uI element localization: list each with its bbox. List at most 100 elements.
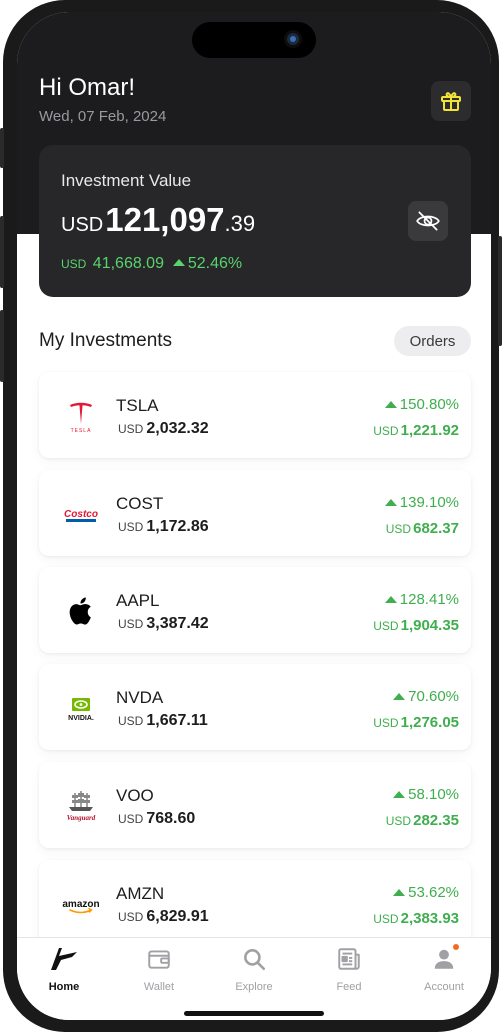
price-value: 6,829.91 [146, 908, 209, 925]
investment-gain: USD 41,668.09 52.46% [61, 255, 242, 273]
gain: USD 682.37 [386, 520, 459, 537]
ticker: NVDA [116, 688, 164, 707]
price-value: 768.60 [146, 810, 196, 827]
phone-side-button [0, 310, 4, 382]
percent-value: 58.10% [408, 786, 459, 803]
investment-item-aapl[interactable]: AAPL USD 3,387.42 128.41% USD 1,904.35 [39, 567, 471, 653]
percent-value: 53.62% [408, 884, 459, 901]
orders-button[interactable]: Orders [394, 326, 471, 356]
newspaper-icon [338, 948, 360, 970]
price-currency: USD [118, 714, 144, 728]
tab-wallet[interactable]: Wallet [129, 946, 189, 993]
up-arrow-icon [384, 498, 397, 506]
gain-currency: USD [373, 716, 399, 730]
investment-gain-percent: 52.46% [187, 255, 243, 272]
amazon-wordmark: amazon [62, 899, 99, 910]
price: USD 768.60 [118, 810, 195, 828]
notification-dot [453, 944, 459, 950]
phone-side-button [498, 236, 502, 346]
gain: USD 1,276.05 [373, 714, 459, 731]
gain-currency: USD [385, 522, 412, 536]
investment-value-decimal: .39 [224, 211, 256, 236]
ticker: AAPL [116, 591, 160, 610]
price: USD 1,172.86 [118, 518, 209, 536]
percent-value: 139.10% [399, 494, 459, 511]
up-arrow-icon [393, 888, 406, 896]
gift-button[interactable] [431, 81, 471, 121]
price: USD 6,829.91 [118, 908, 209, 926]
investment-gain-amount: 41,668.09 [92, 255, 164, 272]
price-currency: USD [118, 520, 144, 534]
phone-side-button [0, 128, 4, 168]
gain: USD 1,904.35 [373, 617, 459, 634]
eye-off-icon [416, 211, 440, 231]
gain: USD 282.35 [386, 812, 459, 829]
gain-value: 1,904.35 [400, 617, 459, 634]
gain: USD 2,383.93 [373, 910, 459, 927]
ticker: COST [116, 494, 164, 513]
tesla-logo: TESLA [59, 394, 103, 438]
investment-item-tsla[interactable]: TESLA TSLA USD 2,032.32 150.80% USD 1,221.… [39, 372, 471, 458]
nvidia-wordmark: NVIDIA. [68, 715, 94, 722]
tab-account[interactable]: Account [414, 946, 474, 993]
price-currency: USD [118, 910, 144, 924]
bottom-nav: Home Wallet Explore Feed Account [17, 937, 491, 1020]
ticker: VOO [116, 786, 154, 805]
hide-balance-button[interactable] [408, 201, 448, 241]
investment-gain-currency: USD [61, 257, 87, 271]
tab-label: Home [48, 981, 80, 993]
investment-currency: USD [61, 214, 104, 236]
tab-feed[interactable]: Feed [319, 946, 379, 993]
price-currency: USD [118, 812, 144, 826]
ticker: AMZN [116, 884, 165, 903]
price-currency: USD [118, 617, 144, 631]
gain-value: 282.35 [413, 812, 459, 829]
ticker: TSLA [116, 396, 159, 415]
percent-value: 128.41% [399, 591, 459, 608]
gain-currency: USD [373, 912, 399, 926]
investment-item-voo[interactable]: Vanguard VOO USD 768.60 58.10% USD 282.35 [39, 762, 471, 848]
user-icon [434, 949, 454, 969]
gain-value: 1,276.05 [400, 714, 459, 731]
tesla-wordmark: TESLA [71, 428, 92, 434]
price: USD 2,032.32 [118, 420, 209, 438]
gain-value: 2,383.93 [400, 910, 459, 927]
investment-item-amzn[interactable]: amazon AMZN USD 6,829.91 53.62% USD 2,383.… [39, 860, 471, 946]
tab-label: Explore [235, 981, 273, 993]
amazon-logo-mark: amazon [62, 899, 100, 914]
tab-explore[interactable]: Explore [224, 946, 284, 993]
up-arrow-icon [384, 400, 397, 408]
tab-label: Feed [336, 981, 362, 993]
vanguard-logo-mark: Vanguard [67, 791, 96, 822]
up-arrow-icon [393, 790, 406, 798]
vanguard-wordmark: Vanguard [67, 814, 96, 822]
price-currency: USD [118, 422, 144, 436]
home-indicator [184, 1011, 324, 1016]
nvidia-logo-mark: NVIDIA. [68, 698, 94, 722]
gift-icon [441, 92, 461, 111]
investment-item-nvda[interactable]: NVIDIA. NVDA USD 1,667.11 70.60% USD 1,276… [39, 664, 471, 750]
up-arrow-icon [172, 259, 185, 267]
percent-change: 58.10% [393, 786, 459, 803]
greeting: Hi Omar! [39, 74, 135, 101]
investment-item-cost[interactable]: Costco COST USD 1,172.86 139.10% USD 682.3… [39, 470, 471, 556]
tab-home[interactable]: Home [34, 946, 94, 993]
investment-value-integer: 121,097 [105, 201, 225, 238]
apple-logo-mark [69, 597, 91, 625]
phone-frame: Hi Omar! Wed, 07 Feb, 2024 Investment Va… [0, 0, 502, 1032]
gain-value: 682.37 [413, 520, 459, 537]
date-label: Wed, 07 Feb, 2024 [39, 108, 167, 125]
nvidia-logo: NVIDIA. [59, 686, 103, 730]
phone-side-button [0, 216, 4, 288]
percent-change: 139.10% [384, 494, 459, 511]
percent-value: 150.80% [399, 396, 459, 413]
up-arrow-icon [393, 692, 406, 700]
price-value: 2,032.32 [146, 420, 209, 437]
price: USD 1,667.11 [118, 712, 208, 730]
price: USD 3,387.42 [118, 615, 209, 633]
costco-logo: Costco [59, 492, 103, 536]
apple-logo [59, 589, 103, 633]
camera-icon [284, 30, 302, 48]
tab-label: Wallet [143, 981, 175, 993]
gain-currency: USD [385, 814, 412, 828]
